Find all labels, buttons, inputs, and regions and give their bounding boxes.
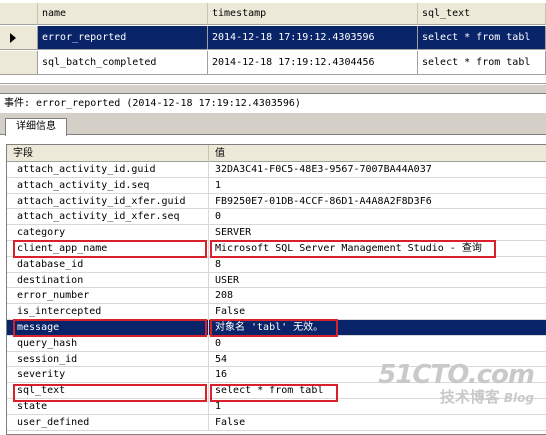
field-name: attach_activity_id.seq — [7, 177, 209, 193]
field-value: False — [215, 306, 246, 318]
field-name: category — [7, 225, 209, 241]
cell-name[interactable]: sql_batch_completed — [38, 51, 208, 75]
field-value: 对象名 'tabl' 无效。 — [209, 319, 546, 335]
field-value: 54 — [215, 353, 228, 365]
table-row[interactable]: sql_batch_completed 2014-12-18 17:19:12.… — [0, 51, 546, 75]
event-title: 事件: error_reported (2014-12-18 17:19:12.… — [4, 98, 301, 109]
cell-timestamp[interactable]: 2014-12-18 17:19:12.4304456 — [208, 51, 418, 75]
events-grid[interactable]: name timestamp sql_text error_reported 2… — [0, 0, 546, 84]
field-name: error_number — [7, 288, 209, 304]
field-value: False — [215, 416, 246, 428]
table-row[interactable]: session_id 54 — [7, 351, 546, 368]
table-row[interactable]: severity 16 — [7, 367, 546, 384]
tab-details[interactable]: 详细信息 — [5, 118, 67, 136]
row-header-corner — [0, 3, 38, 25]
field-name: message — [7, 319, 209, 335]
field-name: session_id — [7, 351, 209, 367]
field-name: attach_activity_id_xfer.seq — [7, 209, 209, 225]
field-name: query_hash — [7, 335, 209, 351]
field-value: 1 — [215, 400, 222, 412]
field-name: attach_activity_id_xfer.guid — [7, 193, 209, 209]
cell-sql-text[interactable]: select * from tabl — [418, 51, 546, 75]
table-row[interactable]: error_reported 2014-12-18 17:19:12.43035… — [0, 26, 546, 50]
table-row[interactable]: query_hash 0 — [7, 335, 546, 352]
field-value: SERVER — [215, 227, 252, 239]
current-row-arrow-icon — [10, 33, 16, 43]
table-row[interactable]: database_id 8 — [7, 256, 546, 273]
field-value: 16 — [215, 369, 228, 381]
field-value: 208 — [215, 290, 234, 302]
table-row[interactable]: is_intercepted False — [7, 304, 546, 320]
table-row[interactable]: client_app_name Microsoft SQL Server Mana… — [7, 240, 546, 257]
field-value: 8 — [215, 258, 222, 270]
table-row[interactable]: attach_activity_id_xfer.seq 0 — [7, 209, 546, 226]
cell-timestamp[interactable]: 2014-12-18 17:19:12.4303596 — [208, 26, 418, 50]
column-header-field[interactable]: 字段 — [7, 145, 209, 162]
field-value: Microsoft SQL Server Management Studio -… — [215, 242, 482, 254]
table-row[interactable]: state 1 — [7, 398, 546, 415]
table-row[interactable]: destination USER — [7, 272, 546, 289]
details-grid[interactable]: 字段 值 attach_activity_id.guid 32DA3C41-F0C… — [6, 144, 546, 435]
field-name: client_app_name — [7, 240, 209, 256]
row-selector[interactable] — [0, 26, 38, 50]
field-value: 1 — [215, 179, 222, 191]
field-name: destination — [7, 272, 209, 288]
pane-splitter[interactable] — [0, 84, 546, 94]
field-name: sql_text — [7, 383, 209, 399]
details-rows: attach_activity_id.guid 32DA3C41-F0C5-48E… — [7, 162, 546, 431]
table-row[interactable]: error_number 208 — [7, 288, 546, 305]
field-value: select * from tabl — [215, 385, 324, 397]
field-value: FB9250E7-01DB-4CCF-86D1-A4A8A2F8D3F6 — [215, 195, 432, 207]
field-name: state — [7, 398, 209, 414]
field-value: 32DA3C41-F0C5-48E3-9567-7007BA44A037 — [215, 164, 432, 175]
events-grid-header: name timestamp sql_text — [0, 3, 546, 25]
field-name: attach_activity_id.guid — [7, 162, 209, 177]
cell-sql-text[interactable]: select * from tabl — [418, 26, 546, 50]
table-row-selected[interactable]: message 对象名 'tabl' 无效。 — [7, 319, 546, 336]
column-header-value[interactable]: 值 — [209, 145, 546, 162]
field-name: severity — [7, 367, 209, 383]
column-header-name[interactable]: name — [38, 3, 208, 25]
field-name: user_defined — [7, 414, 209, 430]
row-selector[interactable] — [0, 51, 38, 75]
column-header-timestamp[interactable]: timestamp — [208, 3, 418, 25]
field-value: USER — [215, 274, 240, 286]
field-value: 0 — [215, 211, 222, 223]
table-row[interactable]: attach_activity_id.seq 1 — [7, 177, 546, 194]
field-name: database_id — [7, 256, 209, 272]
column-header-sql-text[interactable]: sql_text — [418, 3, 546, 25]
cell-name[interactable]: error_reported — [38, 26, 208, 50]
table-row[interactable]: attach_activity_id_xfer.guid FB9250E7-01D… — [7, 193, 546, 210]
field-name: is_intercepted — [7, 304, 209, 320]
field-value: 0 — [215, 337, 222, 349]
table-row[interactable]: attach_activity_id.guid 32DA3C41-F0C5-48E… — [7, 162, 546, 178]
table-row[interactable]: user_defined False — [7, 414, 546, 431]
table-row[interactable]: sql_text select * from tabl — [7, 383, 546, 399]
table-row[interactable]: category SERVER — [7, 225, 546, 241]
details-grid-header: 字段 值 — [7, 145, 546, 162]
detail-tabstrip: 详细信息 — [0, 113, 546, 136]
